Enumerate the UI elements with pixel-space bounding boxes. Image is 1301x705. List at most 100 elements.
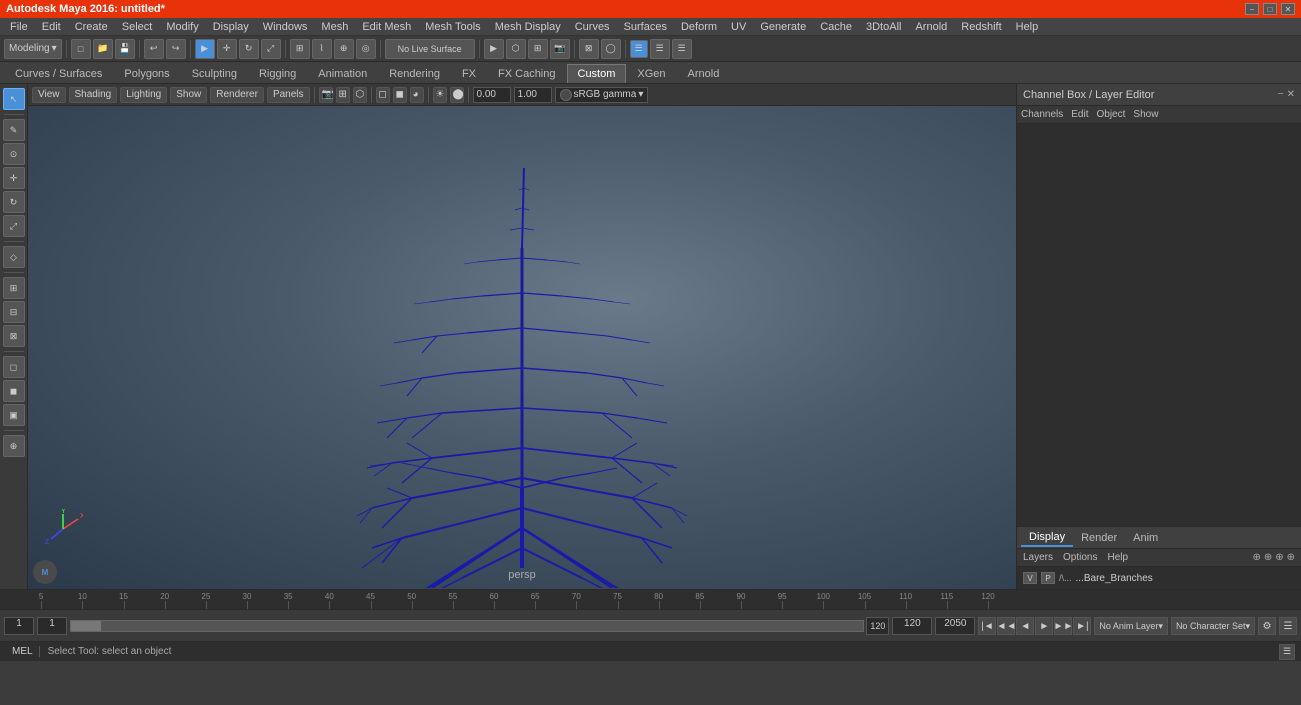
play-btn[interactable]: ► bbox=[1035, 617, 1053, 635]
snap-curve-btn[interactable]: ⌇ bbox=[312, 39, 332, 59]
layer-icon-4[interactable]: ⊕ bbox=[1287, 552, 1295, 563]
attr-editor-btn[interactable]: ☰ bbox=[650, 39, 670, 59]
layer-icon-1[interactable]: ⊕ bbox=[1252, 552, 1260, 563]
menu-mesh-tools[interactable]: Mesh Tools bbox=[419, 19, 486, 35]
paint-tool-lt[interactable]: ✎ bbox=[3, 119, 25, 141]
persp-btn[interactable]: ⬡ bbox=[353, 87, 367, 103]
render-btn[interactable]: ▶ bbox=[484, 39, 504, 59]
scale-tool-lt[interactable]: ⤢ bbox=[3, 215, 25, 237]
misc1-lt[interactable]: ⊕ bbox=[3, 435, 25, 457]
timeline-ruler[interactable]: 5101520253035404550556065707580859095100… bbox=[0, 590, 1301, 610]
iso-btn[interactable]: ⊞ bbox=[336, 87, 350, 103]
menu-deform[interactable]: Deform bbox=[675, 19, 723, 35]
move-tool-lt[interactable]: ✛ bbox=[3, 167, 25, 189]
renderer-menu-btn[interactable]: Renderer bbox=[210, 87, 264, 103]
layer-name[interactable]: ...Bare_Branches bbox=[1076, 573, 1153, 584]
menu-arnold[interactable]: Arnold bbox=[909, 19, 953, 35]
status-right-btn[interactable]: ☰ bbox=[1279, 644, 1295, 660]
menu-redshift[interactable]: Redshift bbox=[955, 19, 1007, 35]
help-subtab[interactable]: Help bbox=[1107, 552, 1128, 563]
menu-mesh-display[interactable]: Mesh Display bbox=[489, 19, 567, 35]
gamma-selector[interactable]: sRGB gamma ▾ bbox=[555, 87, 649, 103]
snap2-tool-lt[interactable]: ⊟ bbox=[3, 301, 25, 323]
minimize-button[interactable]: − bbox=[1245, 3, 1259, 15]
tab-fx[interactable]: FX bbox=[451, 64, 487, 83]
surface-tool-lt[interactable]: ▣ bbox=[3, 404, 25, 426]
tool-settings-btn[interactable]: ☰ bbox=[672, 39, 692, 59]
sculpt-tool-lt[interactable]: ⊙ bbox=[3, 143, 25, 165]
layer-vis-toggle[interactable]: V bbox=[1023, 572, 1037, 584]
tab-rigging[interactable]: Rigging bbox=[248, 64, 307, 83]
menu-3dtoall[interactable]: 3DtoAll bbox=[860, 19, 907, 35]
edit-tab[interactable]: Edit bbox=[1071, 109, 1088, 120]
anim-tab[interactable]: Anim bbox=[1125, 530, 1166, 546]
rotate-tool-lt[interactable]: ↻ bbox=[3, 191, 25, 213]
tab-polygons[interactable]: Polygons bbox=[113, 64, 180, 83]
snap-grid-btn[interactable]: ⊞ bbox=[290, 39, 310, 59]
play-to-end-btn[interactable]: ►| bbox=[1073, 617, 1091, 635]
show-tab[interactable]: Show bbox=[1133, 109, 1158, 120]
lighting-menu-btn[interactable]: Lighting bbox=[120, 87, 167, 103]
anim-end-input[interactable]: 120 bbox=[892, 617, 932, 635]
display-tab[interactable]: Display bbox=[1021, 529, 1073, 547]
channel-box-btn[interactable]: ☰ bbox=[630, 40, 648, 58]
tab-custom[interactable]: Custom bbox=[567, 64, 627, 83]
snap-point-btn[interactable]: ⊕ bbox=[334, 39, 354, 59]
timeline-handle[interactable] bbox=[71, 621, 101, 631]
mel-label[interactable]: MEL bbox=[6, 646, 40, 657]
menu-uv[interactable]: UV bbox=[725, 19, 752, 35]
redo-btn[interactable]: ↪ bbox=[166, 39, 186, 59]
tab-xgen[interactable]: XGen bbox=[626, 64, 676, 83]
anim-end2-input[interactable]: 2050 bbox=[935, 617, 975, 635]
menu-create[interactable]: Create bbox=[69, 19, 114, 35]
panel-minimize-icon[interactable]: − bbox=[1278, 89, 1284, 100]
tab-arnold[interactable]: Arnold bbox=[677, 64, 731, 83]
smooth-btn[interactable]: ◼ bbox=[393, 87, 407, 103]
menu-modify[interactable]: Modify bbox=[160, 19, 204, 35]
menu-generate[interactable]: Generate bbox=[754, 19, 812, 35]
menu-edit-mesh[interactable]: Edit Mesh bbox=[356, 19, 417, 35]
soft-select-btn[interactable]: ◯ bbox=[601, 39, 621, 59]
timeline-extra-btn[interactable]: ☰ bbox=[1279, 617, 1297, 635]
menu-windows[interactable]: Windows bbox=[257, 19, 314, 35]
maximize-button[interactable]: □ bbox=[1263, 3, 1277, 15]
curve-tool-lt[interactable]: ◻ bbox=[3, 356, 25, 378]
value-b-field[interactable]: 1.00 bbox=[514, 87, 552, 103]
menu-display[interactable]: Display bbox=[207, 19, 255, 35]
select-tool-btn[interactable]: ▶ bbox=[195, 39, 215, 59]
render-tab[interactable]: Render bbox=[1073, 530, 1125, 546]
step-back-one-btn[interactable]: ◄ bbox=[1016, 617, 1034, 635]
panels-menu-btn[interactable]: Panels bbox=[267, 87, 310, 103]
manip-tool-lt[interactable]: ◇ bbox=[3, 246, 25, 268]
timeline-range-bar[interactable] bbox=[70, 620, 864, 632]
transform-con-btn[interactable]: ⊠ bbox=[579, 39, 599, 59]
snap-tool-lt[interactable]: ⊞ bbox=[3, 277, 25, 299]
layer-icon-3[interactable]: ⊕ bbox=[1275, 552, 1283, 563]
tab-curves-surfaces[interactable]: Curves / Surfaces bbox=[4, 64, 113, 83]
snapshot-btn[interactable]: 📷 bbox=[550, 39, 570, 59]
modeling-dropdown[interactable]: Modeling ▾ bbox=[4, 39, 62, 59]
panel-close-icon[interactable]: ✕ bbox=[1287, 89, 1295, 100]
menu-file[interactable]: File bbox=[4, 19, 34, 35]
poly-tool-lt[interactable]: ◼ bbox=[3, 380, 25, 402]
layer-playback-toggle[interactable]: P bbox=[1041, 572, 1055, 584]
view-menu-btn[interactable]: View bbox=[32, 87, 66, 103]
tab-animation[interactable]: Animation bbox=[307, 64, 378, 83]
save-scene-btn[interactable]: 💾 bbox=[115, 39, 135, 59]
start-frame-input[interactable]: 1 bbox=[4, 617, 34, 635]
object-tab[interactable]: Object bbox=[1097, 109, 1126, 120]
no-live-surface-btn[interactable]: No Live Surface bbox=[385, 39, 475, 59]
show-menu-btn[interactable]: Show bbox=[170, 87, 207, 103]
tab-rendering[interactable]: Rendering bbox=[378, 64, 451, 83]
menu-help[interactable]: Help bbox=[1010, 19, 1045, 35]
shadow-btn[interactable]: ⬤ bbox=[450, 87, 464, 103]
menu-cache[interactable]: Cache bbox=[814, 19, 858, 35]
tab-fx-caching[interactable]: FX Caching bbox=[487, 64, 566, 83]
options-subtab[interactable]: Options bbox=[1063, 552, 1097, 563]
current-frame-input[interactable]: 1 bbox=[37, 617, 67, 635]
layer-icon-2[interactable]: ⊕ bbox=[1264, 552, 1272, 563]
ipr-btn[interactable]: ⬡ bbox=[506, 39, 526, 59]
scale-tool-btn[interactable]: ⤢ bbox=[261, 39, 281, 59]
menu-select[interactable]: Select bbox=[116, 19, 159, 35]
smooth-shade-btn[interactable]: ◕ bbox=[410, 87, 424, 103]
